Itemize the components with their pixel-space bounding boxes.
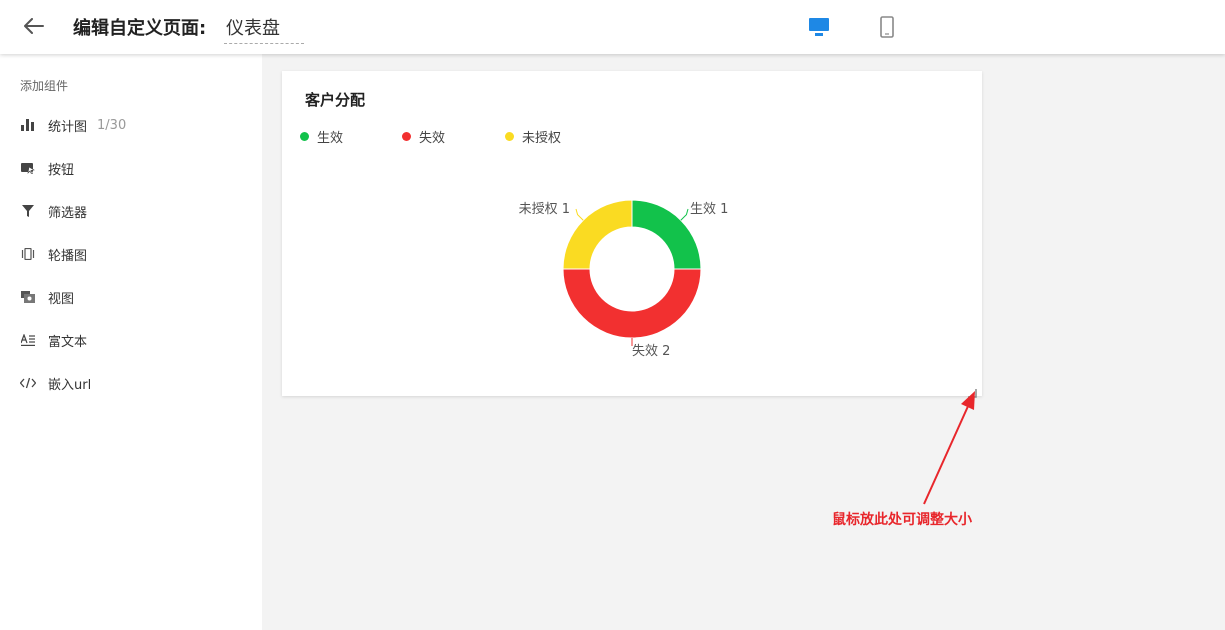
button-icon	[20, 160, 36, 176]
rich-text-icon	[20, 332, 36, 348]
sidebar-item-label: 嵌入url	[48, 377, 92, 393]
sidebar-item-view[interactable]: 视图	[20, 286, 74, 308]
donut-slice[interactable]	[562, 199, 633, 270]
chart-widget-card[interactable]: 客户分配 生效 失效 未授权 生效 1 失效 2 未授权 1	[282, 71, 982, 396]
sidebar-item-chart[interactable]: 统计图 1/30	[20, 114, 126, 136]
sidebar-heading: 添加组件	[20, 79, 69, 93]
sidebar-item-label: 视图	[48, 291, 75, 307]
sidebar-item-button[interactable]: 按钮	[20, 157, 74, 179]
donut-chart: 生效 1 失效 2 未授权 1	[519, 199, 728, 359]
component-sidebar: 添加组件 统计图 1/30 按钮 筛选器 轮播图 视图 富文本 嵌入url	[0, 54, 262, 630]
back-button[interactable]	[20, 12, 48, 40]
top-bar: 编辑自定义页面: 仪表盘	[0, 0, 1225, 54]
sidebar-item-label: 富文本	[48, 334, 88, 350]
sidebar-item-label: 筛选器	[48, 205, 88, 221]
page-name-input[interactable]: 仪表盘	[224, 14, 304, 44]
sidebar-item-label: 轮播图	[48, 248, 88, 264]
filter-icon	[20, 203, 36, 219]
resize-corner-icon	[968, 389, 977, 398]
embed-code-icon	[20, 375, 36, 391]
page-title: 编辑自定义页面:	[73, 18, 207, 39]
annotation-text: 鼠标放此处可调整大小	[832, 512, 972, 528]
sidebar-item-filter[interactable]: 筛选器	[20, 200, 87, 222]
arrow-left-icon	[24, 18, 44, 34]
sidebar-item-rich-text[interactable]: 富文本	[20, 329, 87, 351]
slice-leader-line	[680, 208, 689, 221]
sidebar-item-label: 统计图	[48, 119, 88, 135]
desktop-icon	[809, 18, 829, 36]
desktop-view-button[interactable]	[805, 12, 833, 42]
mobile-phone-icon	[880, 16, 894, 38]
sidebar-item-carousel[interactable]: 轮播图	[20, 243, 87, 265]
slice-data-label: 失效 2	[632, 344, 670, 359]
resize-handle[interactable]	[966, 383, 977, 398]
sidebar-item-label: 按钮	[48, 162, 75, 178]
slice-data-label: 未授权 1	[519, 201, 570, 217]
mobile-view-button[interactable]	[873, 12, 901, 42]
slice-data-label: 生效 1	[690, 202, 728, 217]
slice-leader-line	[575, 208, 584, 221]
chart-count: 1/30	[97, 117, 127, 133]
bar-chart-icon	[20, 117, 36, 133]
carousel-icon	[20, 246, 36, 262]
donut-slice[interactable]	[562, 268, 702, 339]
view-icon	[20, 289, 36, 305]
sidebar-item-embed-url[interactable]: 嵌入url	[20, 372, 91, 394]
